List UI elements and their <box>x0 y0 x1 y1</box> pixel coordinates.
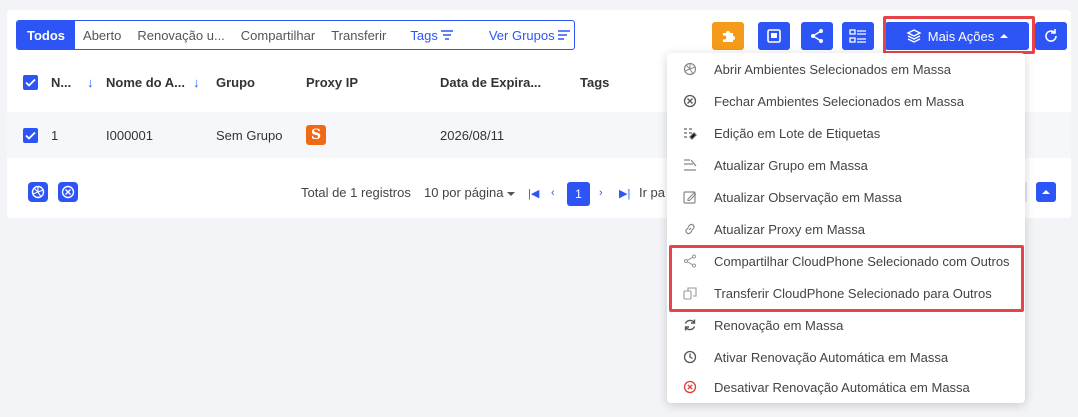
row-name: I000001 <box>106 127 153 143</box>
col-tags: Tags <box>580 74 610 90</box>
total-records: Total de 1 registros <box>301 185 411 200</box>
tab-todos[interactable]: Todos <box>17 21 76 49</box>
share-button[interactable] <box>801 22 833 50</box>
menu-item-label: Abrir Ambientes Selecionados em Massa <box>714 61 952 77</box>
row-number: 1 <box>51 127 59 143</box>
per-page-label: 10 por página <box>424 185 504 200</box>
filter-tabs: Todos Aberto Renovação u... Compartilhar… <box>16 20 575 50</box>
group-icon <box>682 157 698 173</box>
check-icon <box>25 78 36 87</box>
renew-icon <box>682 317 698 333</box>
aperture-icon <box>682 61 698 77</box>
goto-page-label: Ir pa <box>639 185 666 200</box>
menu-item-batch-tags[interactable]: Edição em Lote de Etiquetas <box>667 117 1025 149</box>
aperture-icon <box>31 185 45 199</box>
tab-tags-label: Tags <box>410 27 438 43</box>
transfer-icon <box>682 285 698 301</box>
menu-item-label: Atualizar Observação em Massa <box>714 189 902 205</box>
sort-arrow-icon[interactable]: ↓ <box>87 75 94 90</box>
prev-page-icon[interactable]: ‹ <box>551 187 555 199</box>
menu-item-close-environments[interactable]: Fechar Ambientes Selecionados em Massa <box>667 85 1025 117</box>
menu-item-label: Renovação em Massa <box>714 317 844 333</box>
link-icon <box>682 221 698 237</box>
menu-item-label: Edição em Lote de Etiquetas <box>714 125 881 141</box>
row-group: Sem Grupo <box>216 127 283 143</box>
page-1-button[interactable]: 1 <box>567 182 590 206</box>
close-circle-icon <box>61 185 75 199</box>
row-expiry: 2026/08/11 <box>440 127 505 143</box>
select-all-checkbox[interactable] <box>23 74 38 90</box>
caret-down-icon <box>507 192 516 196</box>
tab-aberto[interactable]: Aberto <box>75 21 129 49</box>
scroll-up-button[interactable] <box>1036 182 1056 202</box>
tab-renovacao[interactable]: Renovação u... <box>129 21 232 49</box>
puzzle-icon <box>723 31 735 42</box>
tab-compartilhar[interactable]: Compartilhar <box>233 21 323 49</box>
more-actions-button[interactable]: Mais Ações <box>885 22 1029 50</box>
tab-tags[interactable]: Tags <box>402 21 460 49</box>
menu-item-update-group[interactable]: Atualizar Grupo em Massa <box>667 149 1025 181</box>
more-actions-label: Mais Ações <box>927 28 995 44</box>
col-expiry: Data de Expira... <box>440 74 542 90</box>
menu-item-label: Compartilhar CloudPhone Selecionado com … <box>714 253 1010 269</box>
save-button[interactable] <box>758 22 790 50</box>
menu-item-bulk-renew[interactable]: Renovação em Massa <box>667 309 1025 341</box>
menu-item-disable-auto-renew[interactable]: Desativar Renovação Automática em Massa <box>667 371 1025 403</box>
share-icon <box>811 29 823 43</box>
col-number[interactable]: N... <box>51 75 71 90</box>
caret-up-icon <box>1000 34 1009 38</box>
edit-icon <box>682 189 698 205</box>
tab-transferir[interactable]: Transferir <box>323 21 394 49</box>
open-selected-button[interactable] <box>28 182 48 202</box>
tab-ver-grupos-label: Ver Grupos <box>488 27 555 43</box>
save-icon <box>767 29 781 43</box>
plugin-button[interactable] <box>712 22 744 50</box>
menu-item-enable-auto-renew[interactable]: Ativar Renovação Automática em Massa <box>667 341 1025 373</box>
menu-item-transfer-cloudphone[interactable]: Transferir CloudPhone Selecionado para O… <box>667 277 1025 309</box>
list-view-button[interactable] <box>842 22 874 50</box>
caret-up-icon <box>1042 190 1050 194</box>
per-page-select[interactable]: 10 por página <box>424 185 516 200</box>
first-page-icon[interactable]: |◀ <box>528 187 539 200</box>
menu-item-update-note[interactable]: Atualizar Observação em Massa <box>667 181 1025 213</box>
list-icon <box>849 29 866 43</box>
col-group: Grupo <box>216 74 255 90</box>
filter-icon <box>440 30 453 40</box>
menu-item-share-cloudphone[interactable]: Compartilhar CloudPhone Selecionado com … <box>667 245 1025 277</box>
check-icon <box>25 131 36 140</box>
refresh-button[interactable] <box>1035 22 1067 50</box>
menu-item-label: Atualizar Proxy em Massa <box>714 221 865 237</box>
clock-icon <box>682 349 698 365</box>
menu-item-label: Fechar Ambientes Selecionados em Massa <box>714 93 965 109</box>
share-icon <box>682 253 698 269</box>
col-name[interactable]: Nome do A... <box>106 75 185 90</box>
menu-item-label: Ativar Renovação Automática em Massa <box>714 349 949 365</box>
menu-item-label: Atualizar Grupo em Massa <box>714 157 868 173</box>
disable-icon <box>682 379 698 395</box>
next-page-icon[interactable]: › <box>599 187 603 199</box>
menu-item-label: Desativar Renovação Automática em Massa <box>714 379 970 395</box>
more-actions-menu: Abrir Ambientes Selecionados em Massa Fe… <box>667 53 1025 403</box>
row-checkbox[interactable] <box>23 127 38 143</box>
last-page-icon[interactable]: ▶| <box>619 187 630 200</box>
col-proxy: Proxy IP <box>306 74 359 90</box>
menu-item-open-environments[interactable]: Abrir Ambientes Selecionados em Massa <box>667 53 1025 85</box>
menu-item-label: Transferir CloudPhone Selecionado para O… <box>714 285 992 301</box>
refresh-icon <box>1045 29 1057 42</box>
tags-icon <box>682 125 698 141</box>
layers-icon <box>906 29 922 43</box>
tab-ver-grupos[interactable]: Ver Grupos <box>481 21 574 49</box>
menu-item-update-proxy[interactable]: Atualizar Proxy em Massa <box>667 213 1025 245</box>
sort-arrow-icon[interactable]: ↓ <box>193 75 200 90</box>
close-circle-icon <box>682 93 698 109</box>
close-selected-button[interactable] <box>58 182 78 202</box>
filter-icon <box>557 30 570 40</box>
proxy-badge: S <box>306 125 326 145</box>
